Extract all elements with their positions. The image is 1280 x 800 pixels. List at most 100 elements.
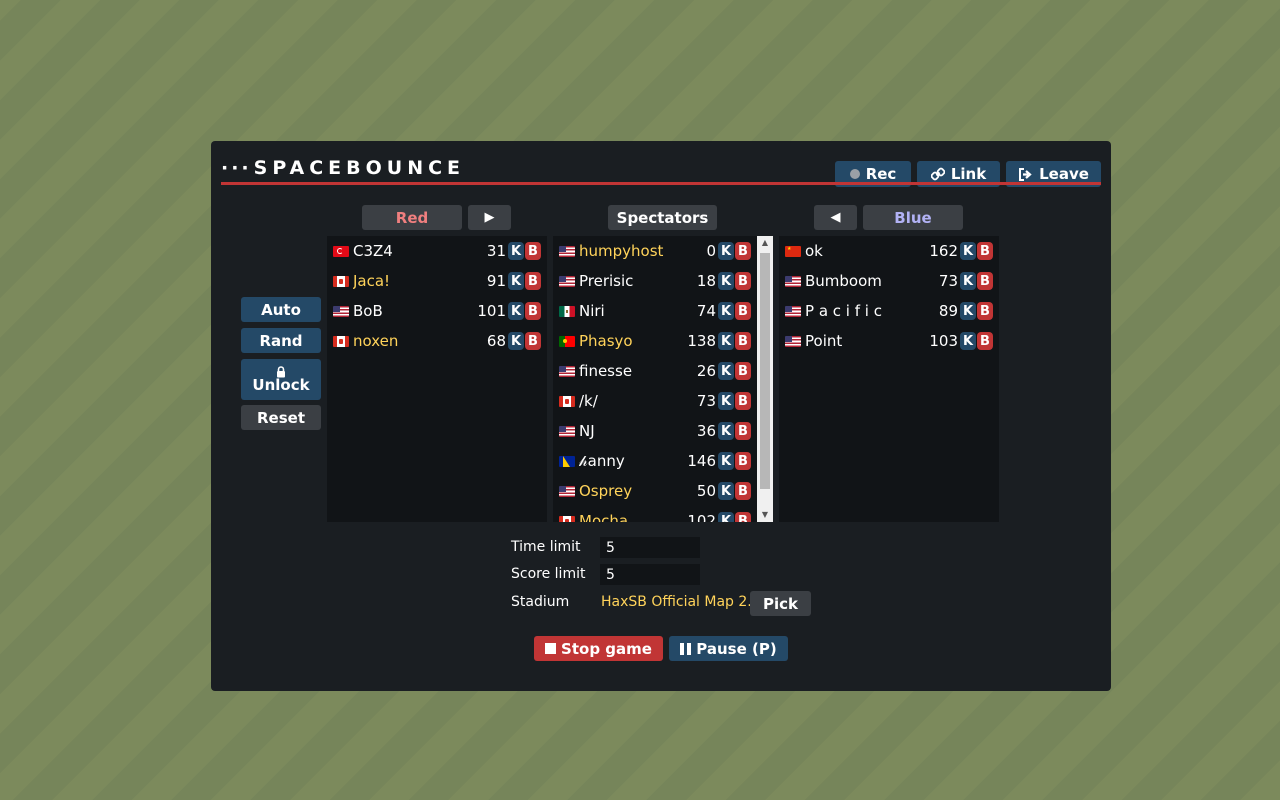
player-row[interactable]: /k/73 K B	[553, 386, 757, 416]
flag-us-icon	[559, 425, 575, 437]
player-row[interactable]: C3Z4 31 K B	[327, 236, 547, 266]
player-name: finesse	[579, 362, 633, 380]
record-dot-icon	[849, 169, 860, 179]
kick-button[interactable]: K	[960, 242, 976, 260]
blue-team-header[interactable]: Blue	[863, 205, 963, 230]
ban-button[interactable]: B	[735, 452, 751, 470]
scroll-thumb[interactable]	[760, 253, 770, 489]
kick-button[interactable]: K	[960, 332, 976, 350]
flag-ca-icon	[333, 275, 349, 287]
scroll-down-icon[interactable]: ▼	[757, 508, 773, 522]
auto-button[interactable]: Auto	[241, 297, 321, 322]
kick-button[interactable]: K	[718, 512, 734, 522]
kick-button[interactable]: K	[718, 302, 734, 320]
ban-button[interactable]: B	[525, 272, 541, 290]
kick-button[interactable]: K	[718, 272, 734, 290]
score-limit-input[interactable]	[600, 564, 700, 585]
ban-button[interactable]: B	[735, 512, 751, 522]
pick-stadium-button[interactable]: Pick	[750, 591, 811, 616]
ban-button[interactable]: B	[525, 242, 541, 260]
player-row[interactable]: Phasyo 138 K B	[553, 326, 757, 356]
ban-button[interactable]: B	[977, 242, 993, 260]
unlock-button[interactable]: Unlock	[241, 359, 321, 400]
red-team-list[interactable]: C3Z4 31 K B Jaca! 91 K B BoB 101 K Bnoxen 68 K B	[327, 236, 547, 522]
flag-us-icon	[785, 335, 801, 347]
player-row[interactable]: humpyhost 0 K B	[553, 236, 757, 266]
ban-button[interactable]: B	[735, 242, 751, 260]
blue-team-list[interactable]: ★ ok 162 K B Bumboom 73 K B P a c i f i c 89 K B Poin…	[779, 236, 999, 522]
pause-button[interactable]: Pause (P)	[669, 636, 788, 661]
player-row[interactable]: ★ ok 162 K B	[779, 236, 999, 266]
player-row[interactable]: BoB 101 K B	[327, 296, 547, 326]
room-title-text: SPACEBOUNCE	[253, 157, 466, 179]
spectators-scrollbar[interactable]: ▲ ▼	[757, 236, 773, 522]
player-row[interactable]: Bumboom 73 K B	[779, 266, 999, 296]
kick-button[interactable]: K	[718, 482, 734, 500]
ban-button[interactable]: B	[735, 482, 751, 500]
stadium-label: Stadium	[511, 594, 570, 610]
move-to-red-button[interactable]: ▶	[468, 205, 511, 230]
player-row[interactable]: Niri 74 K B	[553, 296, 757, 326]
ban-button[interactable]: B	[977, 302, 993, 320]
kick-button[interactable]: K	[718, 242, 734, 260]
player-row[interactable]: noxen 68 K B	[327, 326, 547, 356]
flag-us-icon	[785, 305, 801, 317]
ban-button[interactable]: B	[977, 332, 993, 350]
kick-button[interactable]: K	[508, 302, 524, 320]
player-name: C3Z4	[353, 242, 393, 260]
player-name: Niri	[579, 302, 605, 320]
player-row[interactable]: Jaca! 91 K B	[327, 266, 547, 296]
room-dialog: ··· SPACEBOUNCE Rec Link Leave Auto Rand …	[211, 141, 1111, 691]
flag-cn-icon: ★	[785, 245, 801, 257]
kick-button[interactable]: K	[718, 362, 734, 380]
stop-game-button[interactable]: Stop game	[534, 636, 663, 661]
ban-button[interactable]: B	[735, 332, 751, 350]
ban-button[interactable]: B	[977, 272, 993, 290]
spectators-list[interactable]: humpyhost 0 K B Prerisic 18 K B Niri 74 K B Phasyo 13…	[553, 236, 757, 522]
player-ping: 31	[486, 242, 506, 260]
kick-button[interactable]: K	[718, 422, 734, 440]
player-name: Phasyo	[579, 332, 633, 350]
ban-button[interactable]: B	[735, 272, 751, 290]
stop-icon	[545, 643, 557, 654]
ban-button[interactable]: B	[735, 422, 751, 440]
player-ping: 138	[687, 332, 716, 350]
player-ping: 50	[696, 482, 716, 500]
player-row[interactable]: Mocha 102 K B	[553, 506, 757, 522]
rand-button[interactable]: Rand	[241, 328, 321, 353]
player-row[interactable]: 𝒽anny 146 K B	[553, 446, 757, 476]
kick-button[interactable]: K	[508, 272, 524, 290]
ban-button[interactable]: B	[525, 332, 541, 350]
ban-button[interactable]: B	[735, 392, 751, 410]
header-divider	[221, 182, 1101, 185]
ban-button[interactable]: B	[525, 302, 541, 320]
kick-button[interactable]: K	[960, 302, 976, 320]
room-header: ··· SPACEBOUNCE Rec Link Leave	[221, 151, 1101, 187]
player-row[interactable]: Prerisic 18 K B	[553, 266, 757, 296]
red-team-header[interactable]: Red	[362, 205, 462, 230]
kick-button[interactable]: K	[718, 332, 734, 350]
player-name: P a c i f i c	[805, 302, 882, 320]
player-row[interactable]: P a c i f i c 89 K B	[779, 296, 999, 326]
reset-button[interactable]: Reset	[241, 405, 321, 430]
player-row[interactable]: Point 103 K B	[779, 326, 999, 356]
player-ping: 89	[938, 302, 958, 320]
flag-ca-icon	[333, 335, 349, 347]
move-to-blue-button[interactable]: ◀	[814, 205, 857, 230]
kick-button[interactable]: K	[508, 242, 524, 260]
ban-button[interactable]: B	[735, 302, 751, 320]
time-limit-input[interactable]	[600, 537, 700, 558]
kick-button[interactable]: K	[508, 332, 524, 350]
kick-button[interactable]: K	[718, 392, 734, 410]
scroll-up-icon[interactable]: ▲	[757, 236, 773, 250]
player-row[interactable]: NJ 36 K B	[553, 416, 757, 446]
leave-label: Leave	[1039, 165, 1089, 183]
player-row[interactable]: finesse 26 K B	[553, 356, 757, 386]
kick-button[interactable]: K	[718, 452, 734, 470]
kick-button[interactable]: K	[960, 272, 976, 290]
stop-game-label: Stop game	[561, 639, 652, 658]
ban-button[interactable]: B	[735, 362, 751, 380]
spectators-header[interactable]: Spectators	[608, 205, 717, 230]
player-row[interactable]: Osprey 50 K B	[553, 476, 757, 506]
flag-mx-icon	[559, 305, 575, 317]
